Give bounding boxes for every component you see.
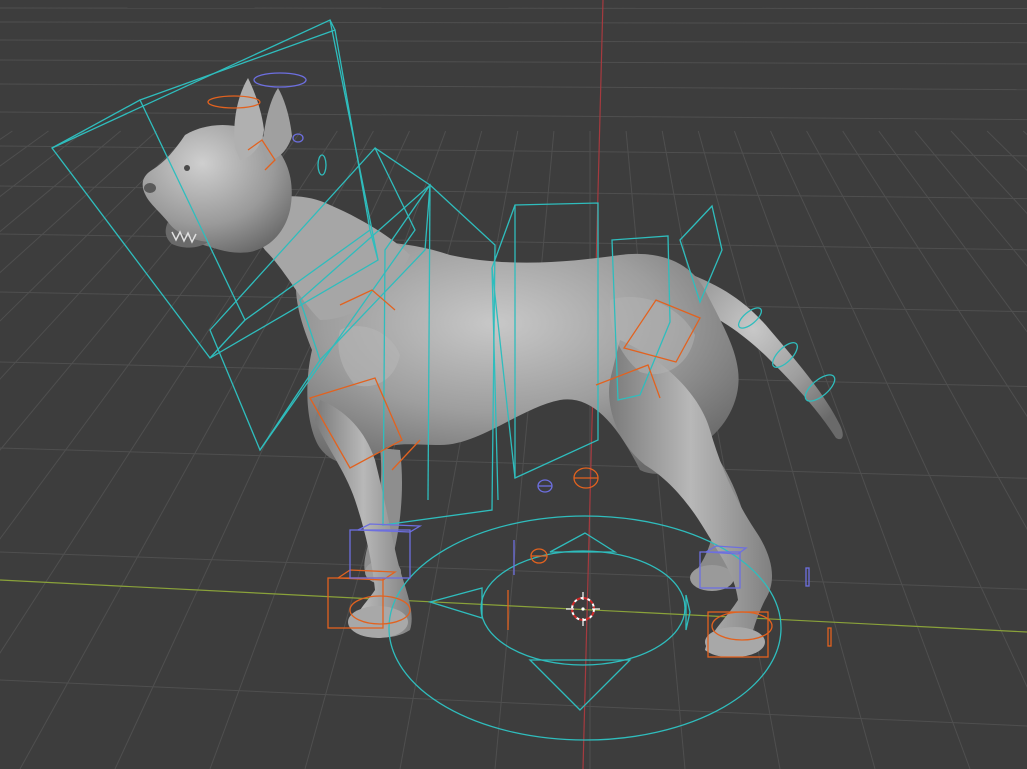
- 3d-viewport[interactable]: [0, 0, 1027, 769]
- grid-line: [0, 7, 1027, 10]
- eye: [184, 165, 190, 171]
- near-front-paw: [348, 606, 408, 638]
- nose: [144, 183, 156, 193]
- viewport-canvas[interactable]: [0, 0, 1027, 769]
- far-hind-paw: [690, 565, 734, 591]
